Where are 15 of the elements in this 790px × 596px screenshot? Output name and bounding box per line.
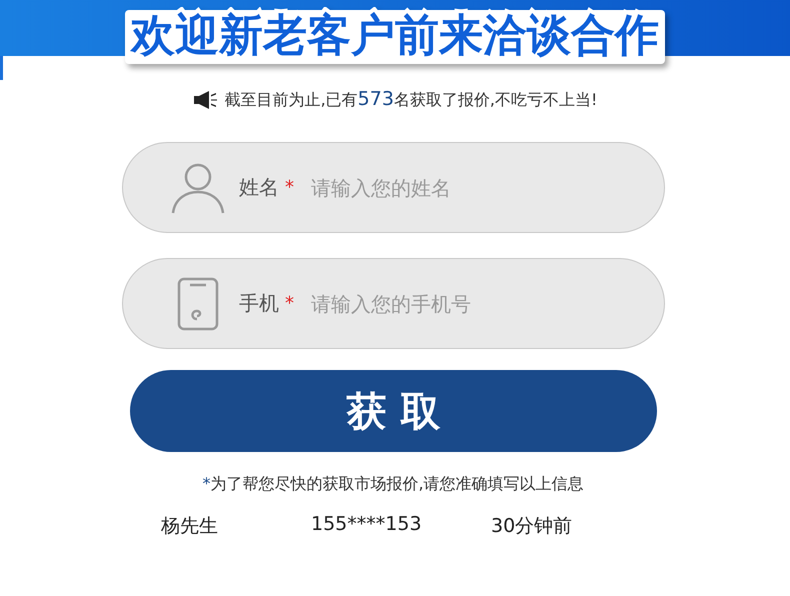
input-field[interactable]: 请输入您的姓名 [311, 176, 611, 200]
customer-name: 杨先生 [161, 514, 219, 539]
field-label: 姓名 [239, 174, 279, 201]
submit-button[interactable]: 获 取 [130, 370, 657, 452]
notice-text: 截至目前为止,已有573名获取了报价,不吃亏不上当! [224, 88, 598, 111]
field-label: 手机 [239, 290, 279, 317]
phone-icon [177, 276, 219, 330]
megaphone-icon [192, 90, 219, 108]
required-mark: * [285, 293, 295, 314]
phone-number: 155****153 [311, 513, 423, 537]
time-ago: 30分钟前 [491, 514, 574, 539]
person-icon [171, 162, 225, 214]
input-field[interactable]: 请输入您的手机号 [311, 292, 611, 316]
note-text: *为了帮您尽快的获取市场报价,请您准确填写以上信息 [202, 474, 584, 495]
required-mark: * [285, 177, 295, 198]
